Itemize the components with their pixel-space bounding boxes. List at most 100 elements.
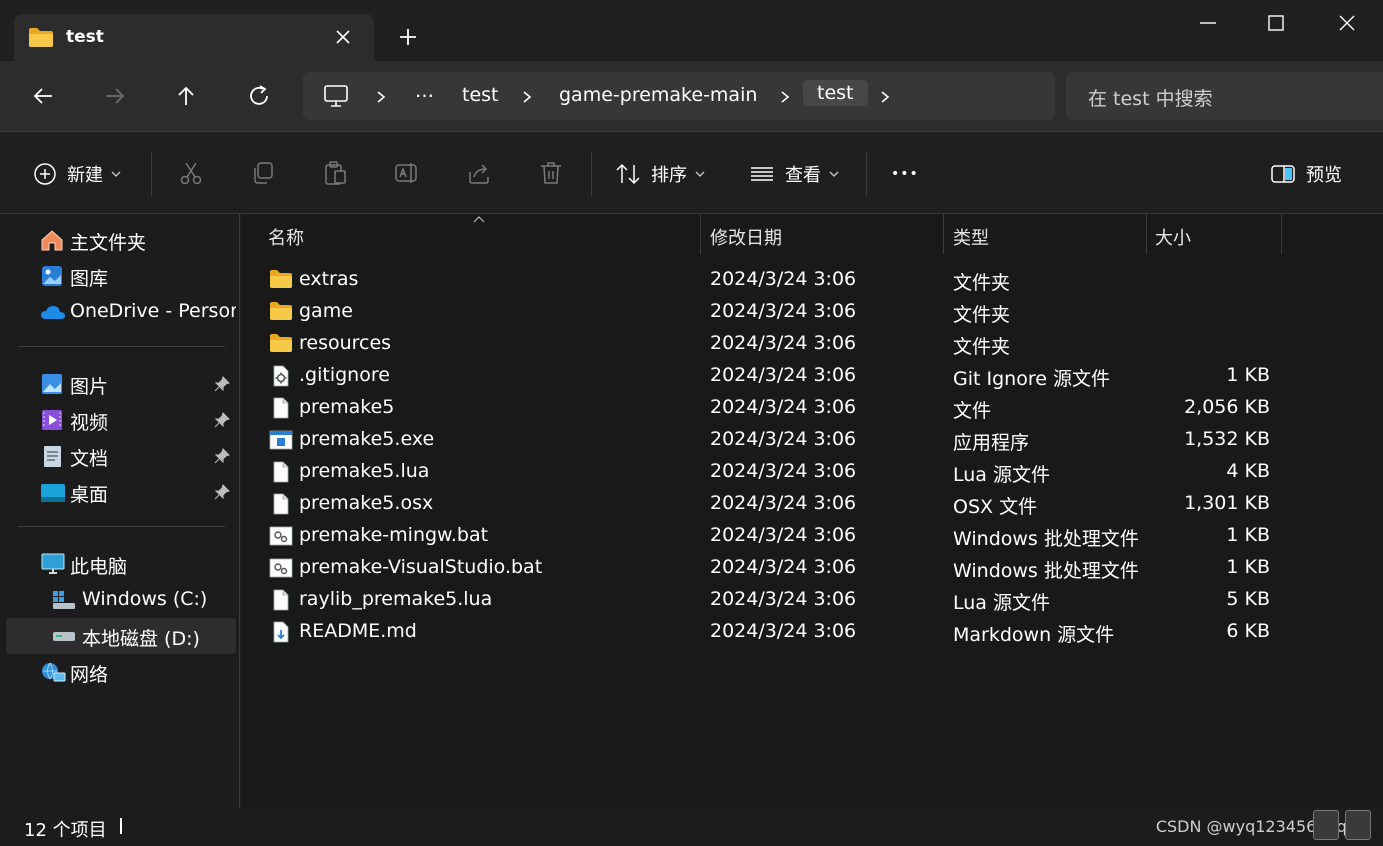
sort-button[interactable]: 排序 [615, 160, 705, 188]
file-row[interactable]: .gitignore 2024/3/24 3:06 Git Ignore 源文件 1 … [263, 360, 1283, 392]
sidebar-item-videos[interactable]: 视频 [6, 402, 236, 438]
sidebar-item-home[interactable]: 主文件夹 [6, 222, 236, 258]
up-arrow-icon[interactable] [173, 83, 199, 109]
column-header-date[interactable]: 修改日期 [710, 224, 782, 250]
search-placeholder: 在 test 中搜索 [1088, 88, 1213, 110]
chevron-right-icon[interactable] [521, 90, 533, 104]
chevron-right-icon[interactable] [879, 90, 891, 104]
file-date: 2024/3/24 3:06 [710, 588, 857, 610]
new-label: 新建 [67, 165, 103, 186]
breadcrumb-test-current[interactable]: test [803, 80, 868, 106]
tab-test[interactable]: test [14, 14, 374, 61]
file-row[interactable]: resources 2024/3/24 3:06 文件夹 [263, 328, 1283, 360]
minimize-icon[interactable] [1197, 12, 1219, 34]
pin-icon[interactable] [214, 412, 230, 428]
sidebar-item-label: 主文件夹 [70, 232, 147, 254]
close-tab-icon[interactable] [334, 28, 352, 46]
search-input[interactable]: 在 test 中搜索 [1066, 72, 1383, 120]
file-type: Markdown 源文件 [953, 624, 1115, 646]
column-divider[interactable] [700, 214, 701, 254]
file-name: premake5.lua [299, 460, 430, 482]
refresh-icon[interactable] [246, 83, 272, 109]
column-divider[interactable] [1281, 214, 1282, 254]
file-row[interactable]: README.md 2024/3/24 3:06 Markdown 源文件 6 KB [263, 616, 1283, 648]
sidebar-item-gallery[interactable]: 图库 [6, 258, 236, 294]
sidebar-item-drive-d[interactable]: 本地磁盘 (D:) [6, 618, 236, 654]
file-row[interactable]: premake5.osx 2024/3/24 3:06 OSX 文件 1,301 KB [263, 488, 1283, 520]
copy-icon[interactable] [250, 160, 276, 186]
preview-button[interactable]: 预览 [1270, 160, 1342, 188]
breadcrumb-game-premake-main[interactable]: game-premake-main [559, 84, 757, 106]
sidebar-item-drive-c[interactable]: Windows (C:) [6, 582, 236, 618]
sidebar-item-pictures[interactable]: 图片 [6, 366, 236, 402]
sidebar-item-this-pc[interactable]: 此电脑 [6, 546, 236, 582]
file-type: 文件 [953, 400, 992, 422]
rename-icon[interactable] [394, 160, 420, 186]
file-icon [269, 461, 293, 483]
file-type: Windows 批处理文件 [953, 560, 1139, 582]
pin-icon[interactable] [214, 376, 230, 392]
new-tab-icon[interactable] [396, 25, 420, 49]
file-row[interactable]: extras 2024/3/24 3:06 文件夹 [263, 264, 1283, 296]
file-row[interactable]: premake5 2024/3/24 3:06 文件 2,056 KB [263, 392, 1283, 424]
sidebar-item-network[interactable]: 网络 [6, 654, 236, 690]
share-icon[interactable] [466, 160, 492, 186]
forward-arrow-icon[interactable] [102, 83, 128, 109]
more-icon: ••• [891, 166, 919, 182]
file-type: 文件夹 [953, 304, 1011, 326]
sidebar-item-label: 文档 [70, 448, 109, 470]
file-row[interactable]: premake-mingw.bat 2024/3/24 3:06 Windows 批… [263, 520, 1283, 552]
pin-icon[interactable] [214, 484, 230, 500]
drive-d-icon [53, 632, 75, 641]
sort-ascending-icon [473, 216, 485, 223]
chevron-right-icon[interactable] [375, 90, 387, 104]
file-row[interactable]: game 2024/3/24 3:06 文件夹 [263, 296, 1283, 328]
file-date: 2024/3/24 3:06 [710, 492, 857, 514]
back-arrow-icon[interactable] [30, 83, 56, 109]
cut-icon[interactable] [178, 160, 204, 186]
column-divider[interactable] [1146, 214, 1147, 254]
more-options-button[interactable]: ••• [891, 160, 919, 188]
file-name: extras [299, 268, 359, 290]
file-name: premake5 [299, 396, 395, 418]
column-header-size[interactable]: 大小 [1155, 224, 1191, 250]
column-divider[interactable] [943, 214, 944, 254]
close-window-icon[interactable] [1336, 12, 1358, 34]
gallery-icon [42, 266, 62, 286]
pin-icon[interactable] [214, 448, 230, 464]
this-pc-icon[interactable] [323, 84, 349, 108]
tiles-view-button[interactable] [1345, 810, 1371, 840]
preview-label: 预览 [1306, 165, 1342, 186]
delete-icon[interactable] [538, 160, 564, 186]
paste-icon[interactable] [322, 160, 348, 186]
file-name: premake-VisualStudio.bat [299, 556, 543, 578]
file-type: 应用程序 [953, 432, 1030, 454]
new-button[interactable]: 新建 [33, 160, 121, 188]
file-row[interactable]: premake5.exe 2024/3/24 3:06 应用程序 1,532 KB [263, 424, 1283, 456]
file-row[interactable]: raylib_premake5.lua 2024/3/24 3:06 Lua 源文件… [263, 584, 1283, 616]
file-row[interactable]: premake5.lua 2024/3/24 3:06 Lua 源文件 4 KB [263, 456, 1283, 488]
file-name: premake-mingw.bat [299, 524, 489, 546]
column-header-type[interactable]: 类型 [953, 224, 989, 250]
details-view-button[interactable] [1313, 810, 1339, 840]
file-name: game [299, 300, 353, 322]
file-name: raylib_premake5.lua [299, 588, 493, 610]
breadcrumb-overflow[interactable]: … [415, 80, 434, 102]
sidebar-item-documents[interactable]: 文档 [6, 438, 236, 474]
folder-icon [269, 301, 293, 321]
file-type: Lua 源文件 [953, 464, 1050, 486]
file-name: premake5.osx [299, 492, 434, 514]
column-header-name[interactable]: 名称 [268, 224, 304, 250]
view-button[interactable]: 查看 [749, 160, 839, 188]
file-date: 2024/3/24 3:06 [710, 364, 857, 386]
address-bar[interactable]: … test game-premake-main test [303, 72, 1055, 120]
breadcrumb-test-parent[interactable]: test [462, 84, 499, 106]
chevron-right-icon[interactable] [779, 90, 791, 104]
sidebar-item-onedrive[interactable]: OneDrive - Personal [6, 294, 236, 330]
file-type: 文件夹 [953, 272, 1011, 294]
maximize-icon[interactable] [1265, 12, 1287, 34]
sidebar-item-desktop[interactable]: 桌面 [6, 474, 236, 510]
sidebar-item-label: OneDrive - Personal [70, 300, 236, 322]
file-row[interactable]: premake-VisualStudio.bat 2024/3/24 3:06 Wi… [263, 552, 1283, 584]
file-date: 2024/3/24 3:06 [710, 524, 857, 546]
